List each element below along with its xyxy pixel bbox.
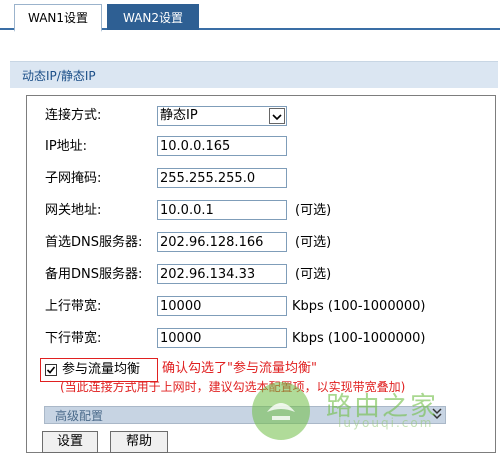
download-bandwidth-field[interactable] xyxy=(157,328,287,348)
download-bandwidth-unit: Kbps (100-1000000) xyxy=(292,331,426,346)
chevron-down-icon[interactable] xyxy=(269,108,285,124)
connection-type-value: 静态IP xyxy=(160,108,198,123)
ip-address-field[interactable] xyxy=(157,136,287,156)
primary-dns-optional-hint: (可选) xyxy=(295,235,332,250)
check-icon xyxy=(46,366,56,374)
download-bandwidth-label: 下行带宽: xyxy=(45,331,102,346)
connection-type-label: 连接方式: xyxy=(45,108,102,123)
annotation-confirm: 确认勾选了"参与流量均衡" xyxy=(162,361,317,376)
subnet-mask-field[interactable] xyxy=(157,168,287,188)
ip-address-label: IP地址: xyxy=(45,139,88,154)
help-button[interactable]: 帮助 xyxy=(110,431,168,453)
subnet-mask-label: 子网掩码: xyxy=(45,171,102,186)
secondary-dns-label: 备用DNS服务器: xyxy=(45,267,143,282)
load-balance-label: 参与流量均衡 xyxy=(62,362,141,377)
secondary-dns-field[interactable] xyxy=(157,264,287,284)
tab-wan1[interactable]: WAN1设置 xyxy=(14,4,102,32)
load-balance-checkbox[interactable] xyxy=(45,364,57,376)
gateway-field[interactable] xyxy=(157,200,287,220)
watermark-subtext: luyouqi.com xyxy=(338,416,434,430)
primary-dns-field[interactable] xyxy=(157,232,287,252)
connection-type-select[interactable]: 静态IP xyxy=(157,106,287,126)
watermark-logo-icon xyxy=(252,382,310,440)
upload-bandwidth-field[interactable] xyxy=(157,296,287,316)
primary-dns-label: 首选DNS服务器: xyxy=(45,235,143,250)
section-title: 动态IP/静态IP xyxy=(22,69,96,83)
tab-wan2[interactable]: WAN2设置 xyxy=(107,4,199,30)
upload-bandwidth-label: 上行带宽: xyxy=(45,299,102,314)
save-button[interactable]: 设置 xyxy=(42,431,98,453)
secondary-dns-optional-hint: (可选) xyxy=(295,267,332,282)
advanced-config-label: 高级配置 xyxy=(55,409,104,423)
upload-bandwidth-unit: Kbps (100-1000000) xyxy=(292,299,426,314)
gateway-optional-hint: (可选) xyxy=(295,203,332,218)
gateway-label: 网关地址: xyxy=(45,203,102,218)
